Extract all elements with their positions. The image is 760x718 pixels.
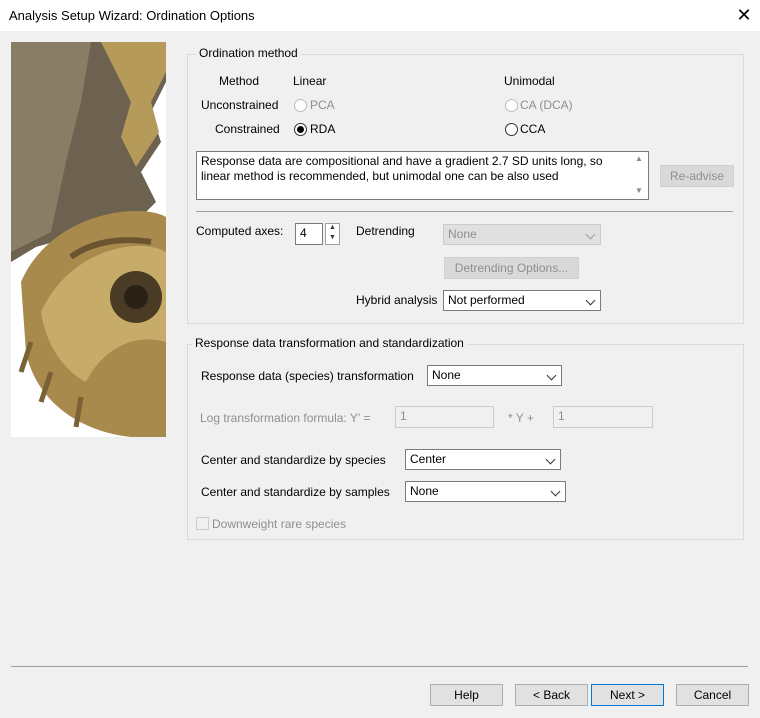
hybrid-analysis-label: Hybrid analysis: [356, 293, 438, 307]
back-button[interactable]: < Back: [515, 684, 588, 706]
cancel-button[interactable]: Cancel: [676, 684, 749, 706]
downweight-label: Downweight rare species: [212, 517, 347, 531]
cca-label: CCA: [520, 122, 546, 136]
species-transform-select[interactable]: None: [427, 365, 562, 386]
hybrid-analysis-select[interactable]: Not performed: [443, 290, 601, 311]
detrending-options-button[interactable]: Detrending Options...: [444, 257, 579, 279]
help-button[interactable]: Help: [430, 684, 503, 706]
chevron-down-icon: [546, 370, 557, 381]
separator-line: [196, 211, 733, 212]
downweight-checkbox[interactable]: [196, 517, 209, 530]
detrending-select[interactable]: None: [443, 224, 601, 245]
computed-axes-spinner[interactable]: ▲ ▼: [325, 223, 340, 245]
advice-textarea[interactable]: Response data are compositional and have…: [196, 151, 649, 200]
detrending-value: None: [448, 227, 477, 241]
hybrid-analysis-value: Not performed: [448, 293, 525, 307]
times-y-plus-label: * Y +: [508, 411, 534, 425]
linear-column-header: Linear: [293, 74, 327, 88]
spin-down-icon[interactable]: ▼: [326, 234, 339, 244]
center-species-value: Center: [410, 452, 447, 466]
scroll-up-icon[interactable]: ▲: [635, 154, 643, 163]
unimodal-column-header: Unimodal: [504, 74, 555, 88]
chevron-down-icon: [550, 486, 561, 497]
computed-axes-input[interactable]: 4: [295, 223, 323, 245]
footer-separator: [11, 666, 748, 667]
unconstrained-row-label: Unconstrained: [201, 98, 279, 112]
computed-axes-label: Computed axes:: [196, 224, 284, 238]
close-icon[interactable]: ✕: [735, 4, 753, 26]
method-column-header: Method: [219, 74, 260, 88]
transformation-group-label: Response data transformation and standar…: [192, 336, 467, 350]
log-a-input[interactable]: 1: [395, 406, 494, 428]
species-transform-label: Response data (species) transformation: [201, 369, 414, 383]
chevron-down-icon: [585, 229, 596, 240]
cca-radio[interactable]: [505, 123, 518, 136]
center-samples-select[interactable]: None: [405, 481, 566, 502]
constrained-row-label: Constrained: [215, 122, 280, 136]
advice-text: Response data are compositional and have…: [201, 154, 603, 183]
chevron-down-icon: [545, 454, 556, 465]
window-title: Analysis Setup Wizard: Ordination Option…: [9, 8, 255, 23]
detrending-label: Detrending: [356, 224, 415, 238]
log-b-input[interactable]: 1: [553, 406, 653, 428]
rda-label: RDA: [310, 122, 336, 136]
ca-dca-label: CA (DCA): [520, 98, 573, 112]
scroll-down-icon[interactable]: ▼: [635, 186, 643, 195]
pca-radio[interactable]: [294, 99, 307, 112]
center-species-label: Center and standardize by species: [201, 453, 386, 467]
wizard-side-image: [11, 42, 166, 437]
rda-radio[interactable]: [294, 123, 307, 136]
ordination-method-label: Ordination method: [196, 46, 301, 60]
readvise-button[interactable]: Re-advise: [660, 165, 734, 187]
center-samples-label: Center and standardize by samples: [201, 485, 390, 499]
next-button[interactable]: Next >: [591, 684, 664, 706]
log-formula-label: Log transformation formula: Y' =: [200, 411, 371, 425]
spin-up-icon[interactable]: ▲: [326, 224, 339, 234]
pca-label: PCA: [310, 98, 335, 112]
species-transform-value: None: [432, 368, 461, 382]
center-species-select[interactable]: Center: [405, 449, 561, 470]
ca-dca-radio[interactable]: [505, 99, 518, 112]
chevron-down-icon: [585, 295, 596, 306]
center-samples-value: None: [410, 484, 439, 498]
